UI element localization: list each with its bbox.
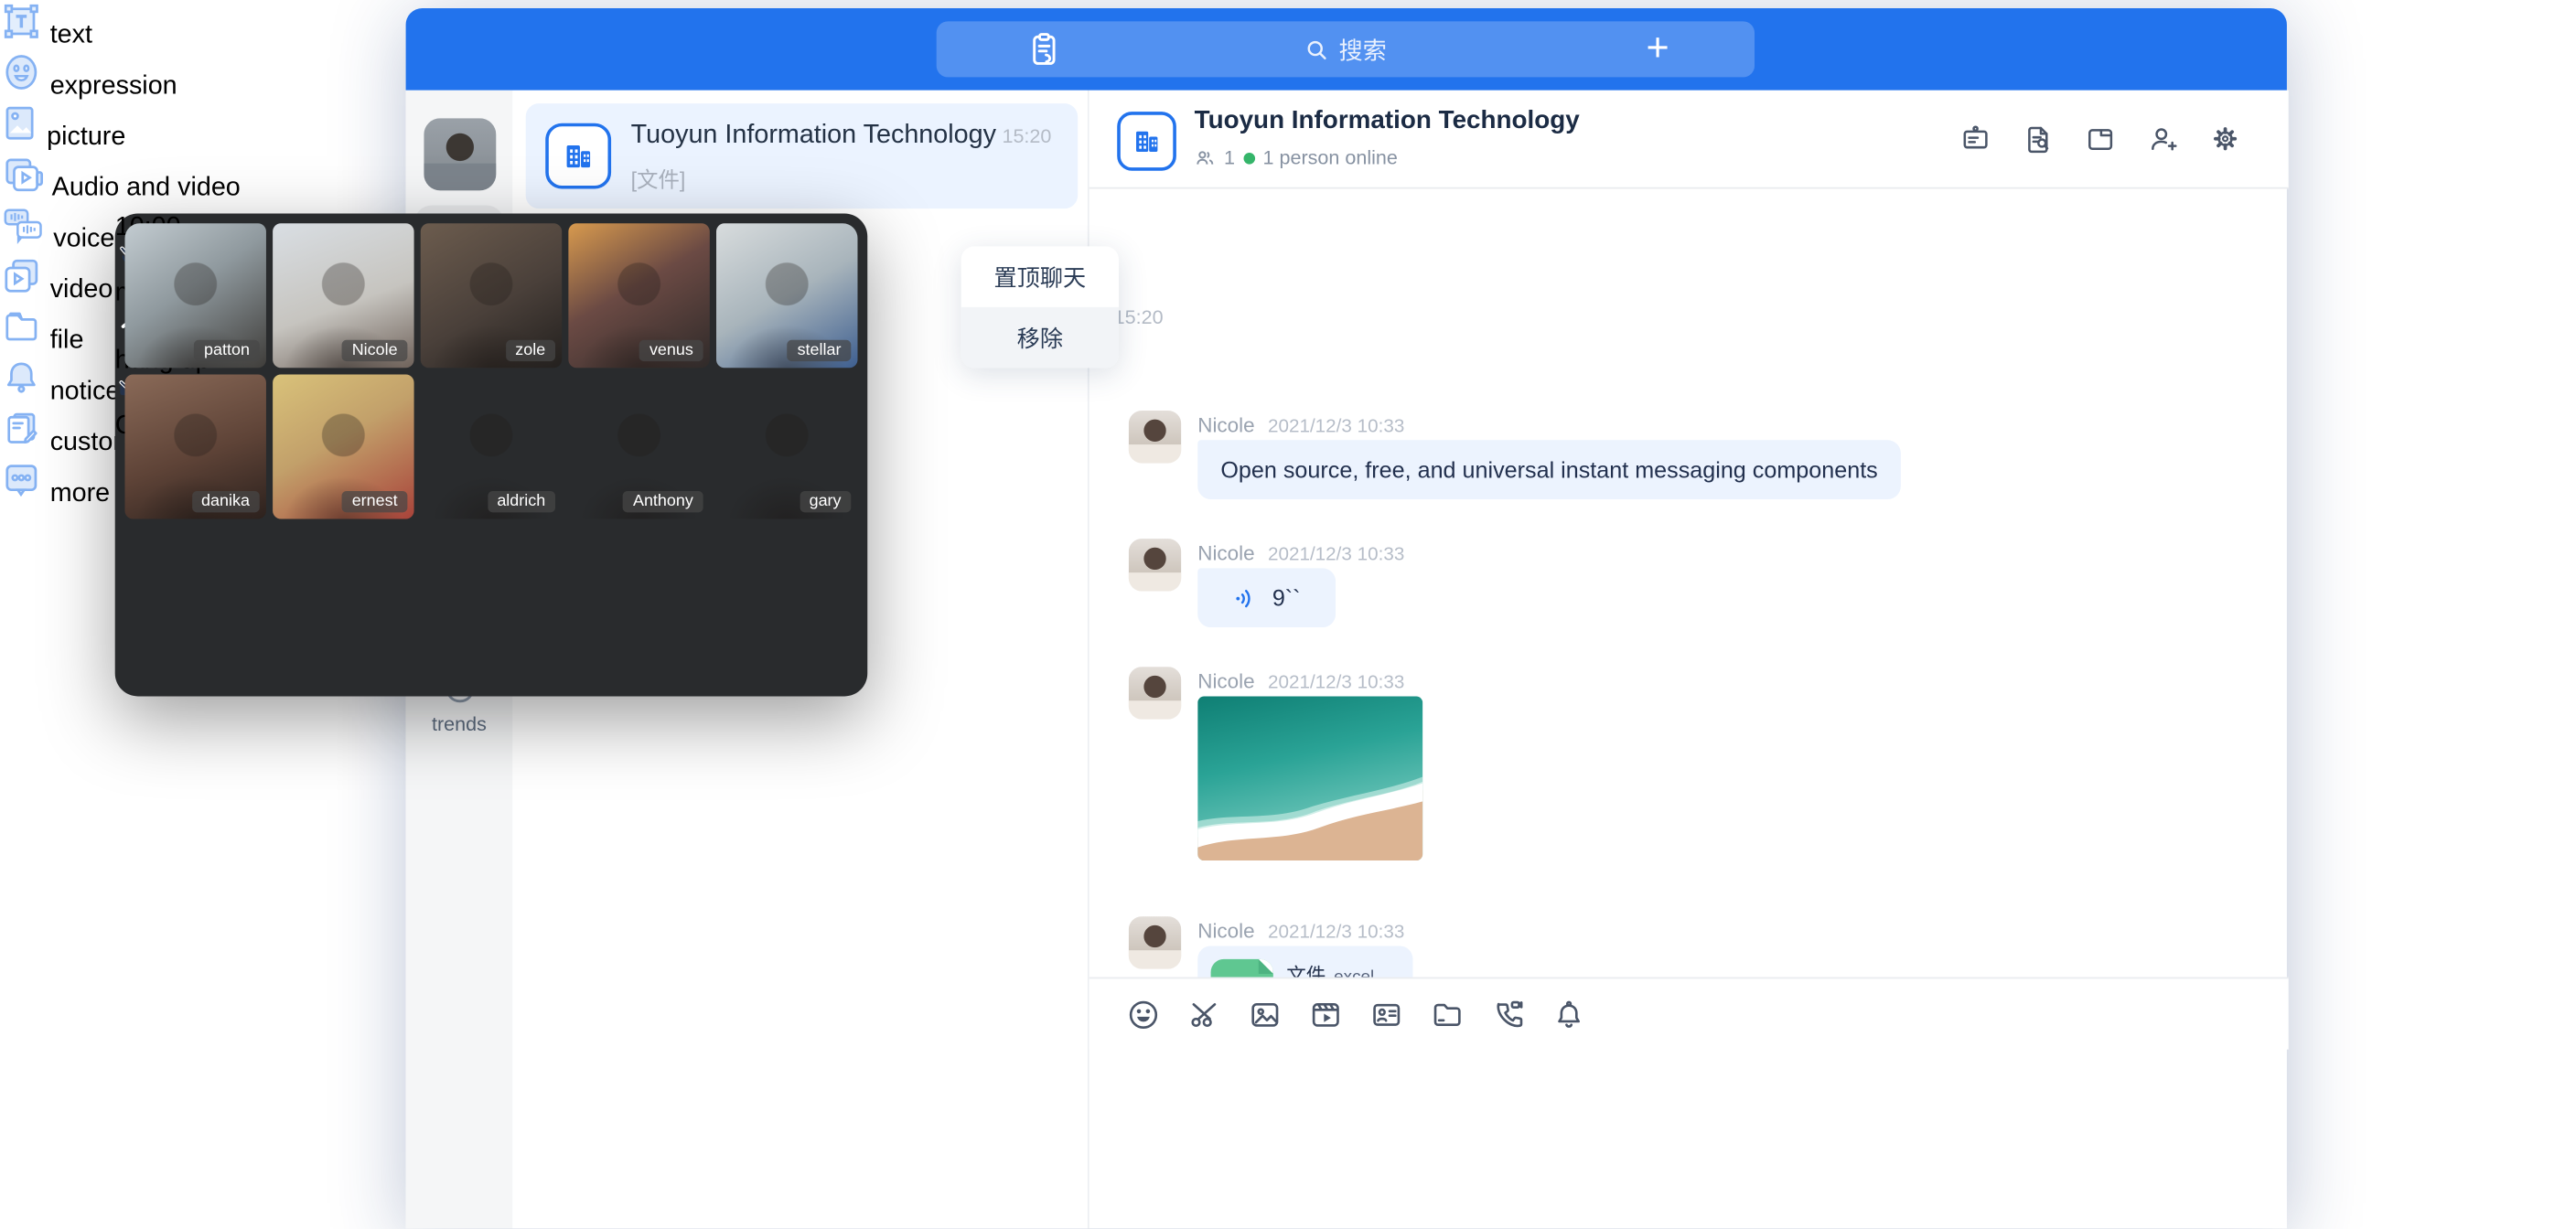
my-avatar[interactable] bbox=[424, 118, 496, 190]
input-toolbar bbox=[1089, 978, 2289, 1050]
sender-name: Nicole bbox=[1197, 920, 1254, 943]
video-call-icon[interactable] bbox=[1490, 996, 1527, 1032]
search-icon bbox=[1304, 37, 1329, 61]
members-icon bbox=[1195, 147, 1216, 168]
avatar bbox=[1129, 916, 1181, 968]
menu-item-remove[interactable]: 移除 bbox=[961, 307, 1119, 368]
screen: 搜索 + trends bbox=[0, 0, 2576, 1228]
sender-name: Nicole bbox=[1197, 414, 1254, 437]
participant-name: ernest bbox=[342, 491, 407, 512]
participant-name: Nicole bbox=[342, 340, 407, 361]
message-time: 2021/12/3 10:33 bbox=[1268, 673, 1404, 693]
participant-name: venus bbox=[639, 340, 703, 361]
message-time: 2021/12/3 10:33 bbox=[1268, 545, 1404, 565]
text-icon bbox=[0, 21, 50, 49]
video-grid: patton Nicole zole venus stellar danika … bbox=[124, 223, 857, 518]
top-bar: 搜索 + bbox=[406, 8, 2287, 91]
more-dots-icon bbox=[0, 479, 50, 508]
expression-icon bbox=[0, 72, 50, 101]
voice-wave-icon bbox=[1233, 583, 1261, 612]
message-time: 2021/12/3 10:33 bbox=[1268, 417, 1404, 437]
screenshot-scissors-icon[interactable] bbox=[1186, 996, 1223, 1032]
add-member-icon[interactable] bbox=[2145, 122, 2180, 156]
chat-header: Tuoyun Information Technology 1 1 person… bbox=[1089, 91, 2289, 189]
contact-card-icon[interactable] bbox=[1368, 996, 1405, 1032]
conversation-title: Tuoyun Information Technology bbox=[631, 122, 996, 151]
online-dot bbox=[1243, 152, 1255, 164]
chat-history-search-icon[interactable] bbox=[2021, 122, 2055, 156]
custom-doc-icon bbox=[0, 429, 50, 457]
video-tile: patton bbox=[124, 223, 265, 368]
member-count: 1 bbox=[1224, 146, 1235, 169]
voice-duration: 9`` bbox=[1272, 584, 1301, 611]
video-tile: zole bbox=[421, 223, 562, 368]
avatar bbox=[1129, 539, 1181, 591]
voice-icon bbox=[0, 225, 53, 253]
beach-photo[interactable] bbox=[1197, 696, 1422, 860]
chat-area: Tuoyun Information Technology 1 1 person… bbox=[1088, 91, 2287, 1229]
video-tile: ernest bbox=[273, 374, 413, 518]
chat-subtitle: 1 1 person online bbox=[1195, 146, 1398, 169]
sender-name: Nicole bbox=[1197, 542, 1254, 565]
image-icon[interactable] bbox=[1247, 996, 1283, 1032]
participant-name: Anthony bbox=[623, 491, 703, 512]
text-bubble: Open source, free, and universal instant… bbox=[1197, 440, 1901, 499]
participant-name: patton bbox=[194, 340, 260, 361]
video-tile: stellar bbox=[716, 223, 857, 368]
emoji-icon[interactable] bbox=[1125, 996, 1162, 1032]
notification-bell-icon[interactable] bbox=[1551, 996, 1587, 1032]
order-clipboard-icon[interactable] bbox=[1022, 28, 1065, 80]
video-clip-icon[interactable] bbox=[1308, 996, 1345, 1032]
conversation-item[interactable]: Tuoyun Information Technology [文件] 15:20 bbox=[526, 103, 1078, 208]
participant-name: zole bbox=[505, 340, 555, 361]
picture-icon bbox=[0, 123, 47, 152]
group-avatar bbox=[545, 123, 611, 189]
video-tile: Nicole bbox=[273, 223, 413, 368]
participant-name: stellar bbox=[788, 340, 851, 361]
file-folder-icon bbox=[0, 326, 50, 355]
video-tile: venus bbox=[568, 223, 709, 368]
participant-name: danika bbox=[191, 491, 259, 512]
online-status: 1 person online bbox=[1263, 146, 1398, 169]
video-tile: danika bbox=[124, 374, 265, 518]
avatar bbox=[1129, 667, 1181, 719]
folder-icon[interactable] bbox=[1429, 996, 1465, 1032]
conversation-time: 15:20 bbox=[1002, 124, 1051, 147]
participant-name: aldrich bbox=[488, 491, 555, 512]
settings-gear-icon[interactable] bbox=[2208, 122, 2243, 156]
trends-label: trends bbox=[406, 712, 513, 735]
video-tile: gary bbox=[716, 374, 857, 518]
chat-title: Tuoyun Information Technology bbox=[1195, 107, 1580, 136]
video-tile: aldrich bbox=[421, 374, 562, 518]
search-input[interactable]: 搜索 + bbox=[937, 21, 1755, 77]
avatar bbox=[1129, 411, 1181, 463]
group-notice-icon[interactable] bbox=[1959, 122, 1993, 156]
menu-item-pin-chat[interactable]: 置顶聊天 bbox=[961, 246, 1119, 306]
conversation-preview: [文件] bbox=[631, 163, 686, 194]
participant-name: gary bbox=[800, 491, 851, 512]
notice-bell-icon bbox=[0, 378, 50, 406]
building-icon bbox=[559, 136, 598, 176]
building-icon bbox=[1129, 123, 1165, 160]
group-call-panel: patton Nicole zole venus stellar danika … bbox=[115, 213, 868, 696]
voice-bubble[interactable]: 9`` bbox=[1197, 568, 1336, 627]
sender-name: Nicole bbox=[1197, 670, 1254, 693]
group-file-icon[interactable] bbox=[2083, 122, 2118, 156]
video-icon bbox=[0, 276, 50, 305]
video-tile: Anthony bbox=[568, 374, 709, 518]
chat-group-avatar bbox=[1117, 112, 1176, 171]
context-menu: 置顶聊天 移除 bbox=[961, 246, 1119, 368]
message-time: 2021/12/3 10:33 bbox=[1268, 923, 1404, 943]
search-placeholder: 搜索 bbox=[1339, 32, 1387, 67]
add-plus-button[interactable]: + bbox=[1646, 23, 1669, 75]
audio-video-icon bbox=[0, 174, 52, 202]
